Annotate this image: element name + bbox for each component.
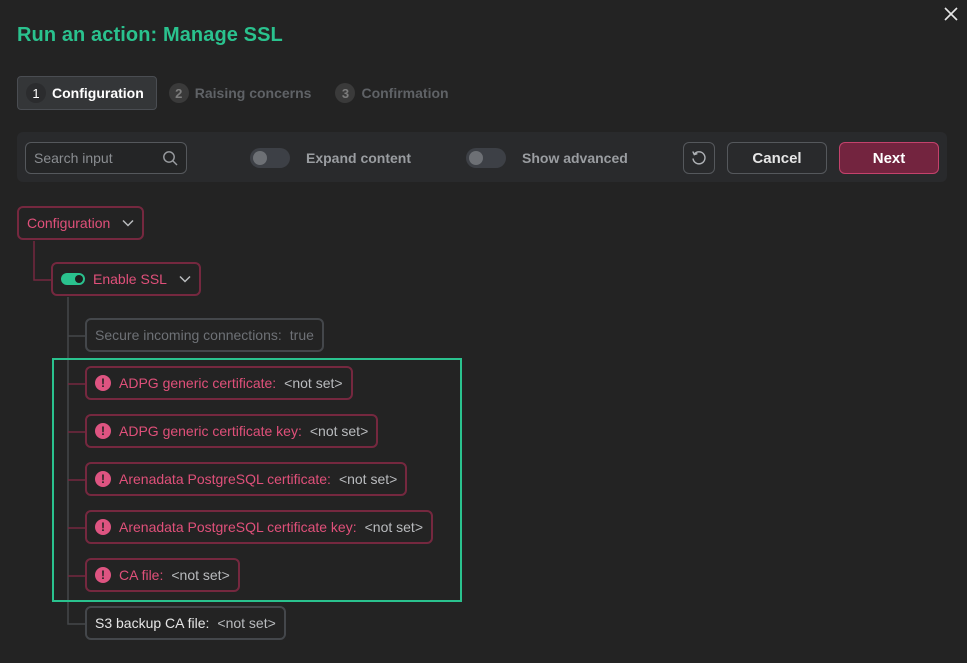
step-number: 3: [335, 83, 356, 103]
field-value: true: [289, 327, 314, 343]
field-secure-incoming-connections[interactable]: Secure incoming connections: true: [85, 318, 324, 352]
toolbar: Expand content Show advanced Cancel Next: [17, 132, 947, 182]
field-value: <not set>: [284, 375, 343, 391]
field-adpg-generic-certificate[interactable]: ! ADPG generic certificate: <not set>: [85, 366, 353, 400]
reset-button[interactable]: [683, 142, 715, 174]
enable-ssl-toggle[interactable]: [61, 273, 85, 285]
stepper: 1 Configuration 2 Raising concerns 3 Con…: [17, 76, 465, 110]
step-label: Configuration: [52, 85, 144, 101]
tree-node-enable-ssl[interactable]: Enable SSL: [51, 262, 201, 296]
step-confirmation[interactable]: 3 Confirmation: [327, 76, 460, 110]
search-box: [25, 142, 187, 174]
expand-content-toggle[interactable]: [250, 148, 290, 168]
field-label: ADPG generic certificate key:: [119, 423, 302, 439]
field-label: Arenadata PostgreSQL certificate key:: [119, 519, 357, 535]
chevron-down-icon: [179, 275, 191, 283]
tree-node-label: Enable SSL: [93, 271, 167, 287]
warning-icon: !: [95, 519, 111, 535]
field-ca-file[interactable]: ! CA file: <not set>: [85, 558, 240, 592]
show-advanced-toggle[interactable]: [466, 148, 506, 168]
chevron-down-icon: [122, 219, 134, 227]
step-number: 1: [26, 83, 46, 103]
step-configuration[interactable]: 1 Configuration: [17, 76, 157, 110]
field-label: ADPG generic certificate:: [119, 375, 277, 391]
step-label: Confirmation: [361, 85, 449, 101]
warning-icon: !: [95, 423, 111, 439]
field-value: <not set>: [309, 423, 369, 439]
step-label: Raising concerns: [194, 85, 312, 101]
field-label: S3 backup CA file:: [95, 615, 210, 631]
field-value: <not set>: [364, 519, 423, 535]
field-s3-backup-ca-file[interactable]: S3 backup CA file: <not set>: [85, 606, 286, 640]
field-label: Arenadata PostgreSQL certificate:: [119, 471, 331, 487]
tree-node-label: Configuration: [27, 215, 111, 231]
expand-content-label: Expand content: [306, 150, 412, 166]
reset-icon: [692, 151, 706, 165]
warning-icon: !: [95, 375, 111, 391]
expand-content-control: Expand content: [250, 148, 411, 168]
tree-node-configuration[interactable]: Configuration: [17, 206, 145, 240]
search-icon[interactable]: [162, 150, 178, 166]
field-arenadata-postgresql-certificate-key[interactable]: ! Arenadata PostgreSQL certificate key: …: [85, 510, 433, 544]
field-label: Secure incoming connections:: [95, 327, 282, 343]
step-raising-concerns[interactable]: 2 Raising concerns: [161, 76, 324, 110]
search-input[interactable]: [26, 143, 156, 173]
warning-icon: !: [95, 471, 111, 487]
field-value: <not set>: [171, 567, 230, 583]
next-button[interactable]: Next: [839, 142, 939, 174]
step-number: 2: [168, 83, 189, 103]
field-adpg-generic-certificate-key[interactable]: ! ADPG generic certificate key: <not set…: [85, 414, 379, 448]
field-value: <not set>: [217, 615, 276, 631]
field-arenadata-postgresql-certificate[interactable]: ! Arenadata PostgreSQL certificate: <not…: [85, 462, 408, 496]
show-advanced-control: Show advanced: [466, 148, 628, 168]
close-icon[interactable]: [941, 6, 961, 26]
field-value: <not set>: [338, 471, 398, 487]
warning-icon: !: [95, 567, 111, 583]
show-advanced-label: Show advanced: [522, 150, 628, 166]
dialog-title: Run an action: Manage SSL: [17, 24, 283, 46]
field-label: CA file:: [119, 567, 164, 583]
cancel-button[interactable]: Cancel: [727, 142, 827, 174]
